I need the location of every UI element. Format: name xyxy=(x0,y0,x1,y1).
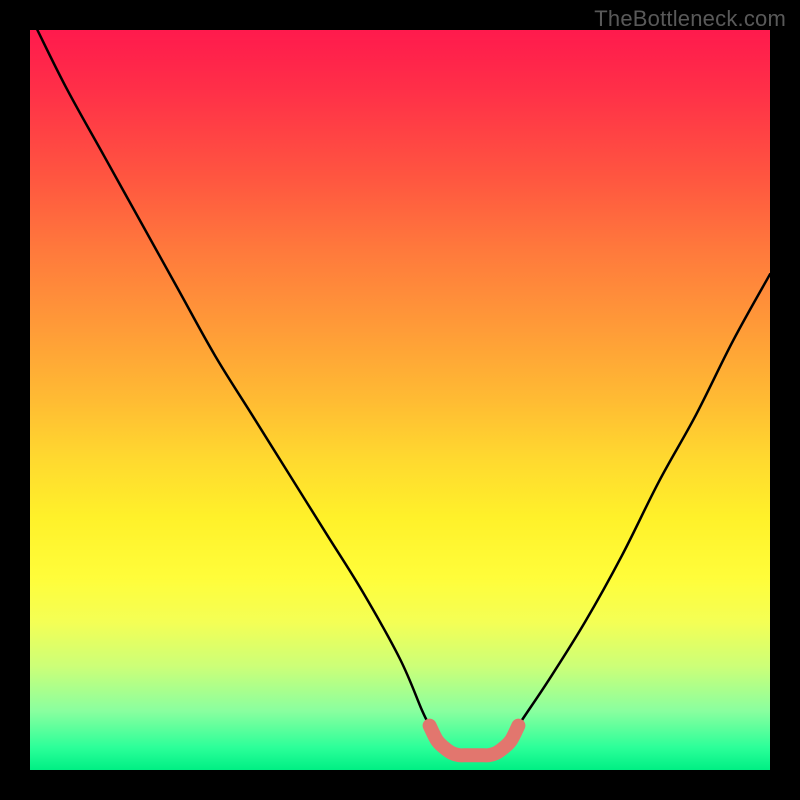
watermark-text: TheBottleneck.com xyxy=(594,6,786,32)
bottleneck-curve xyxy=(37,30,770,755)
chart-frame: TheBottleneck.com xyxy=(0,0,800,800)
plot-area xyxy=(30,30,770,770)
curve-svg xyxy=(30,30,770,770)
trough-highlight xyxy=(430,726,519,756)
